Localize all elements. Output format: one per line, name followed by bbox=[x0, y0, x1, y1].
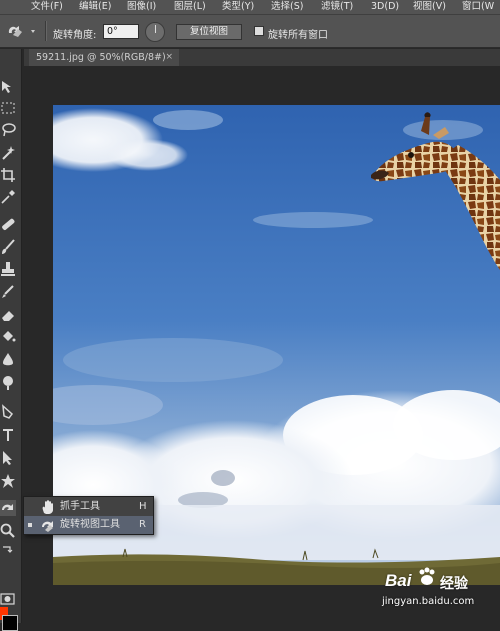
rotation-angle-label: 旋转角度: bbox=[53, 30, 97, 41]
custom-shape-icon bbox=[1, 474, 15, 488]
crop-tool[interactable] bbox=[0, 167, 16, 183]
magnifier-icon bbox=[0, 523, 15, 538]
watermark-url: jingyan.baidu.com bbox=[382, 596, 475, 607]
rotate-all-windows-label: 旋转所有窗口 bbox=[268, 30, 328, 41]
brush-icon bbox=[2, 239, 15, 254]
zoom-tool[interactable] bbox=[0, 523, 16, 539]
menu-bar: 文件(F) 编辑(E) 图像(I) 图层(L) 类型(Y) 选择(S) 滤镜(T… bbox=[0, 0, 500, 14]
bandage-icon bbox=[2, 218, 15, 230]
watermark-brand-suffix: 经验 bbox=[440, 576, 468, 592]
menu-type[interactable]: 类型(Y) bbox=[222, 0, 254, 14]
history-brush-icon bbox=[2, 285, 14, 298]
selected-bullet-icon bbox=[28, 523, 32, 527]
tool-flyout-menu: 抓手工具 H 旋转视图工具 R bbox=[23, 496, 154, 535]
healing-brush-tool[interactable] bbox=[0, 216, 16, 232]
options-bar: 旋转角度: 0° 复位视图 旋转所有窗口 bbox=[0, 14, 500, 48]
rotate-all-windows-checkbox[interactable] bbox=[254, 26, 264, 36]
flyout-hand-tool-label: 抓手工具 bbox=[60, 501, 100, 512]
marquee-icon bbox=[1, 102, 15, 114]
swap-colors-icon[interactable] bbox=[0, 544, 16, 560]
magic-wand-icon bbox=[2, 146, 15, 160]
history-brush-tool[interactable] bbox=[0, 284, 16, 300]
crop-icon bbox=[1, 168, 15, 182]
blur-tool[interactable] bbox=[0, 352, 16, 368]
move-icon bbox=[2, 81, 11, 93]
move-tool[interactable] bbox=[0, 79, 16, 95]
eraser-tool[interactable] bbox=[0, 307, 16, 323]
flyout-rotate-view-tool-shortcut: R bbox=[139, 519, 146, 530]
flyout-item-rotate-view-tool[interactable]: 旋转视图工具 R bbox=[24, 516, 153, 534]
clone-stamp-tool[interactable] bbox=[0, 261, 16, 277]
menu-layer[interactable]: 图层(L) bbox=[174, 0, 206, 14]
quick-select-tool[interactable] bbox=[0, 145, 16, 161]
chevron-down-icon bbox=[31, 30, 35, 33]
type-icon bbox=[3, 429, 13, 441]
document-tab-bar: 59211.jpg @ 50%(RGB/8#) × bbox=[24, 49, 500, 66]
shape-tool[interactable] bbox=[0, 473, 16, 489]
rotate-view-icon bbox=[2, 504, 13, 510]
tool-preset-picker[interactable] bbox=[4, 20, 38, 42]
dodge-icon bbox=[3, 376, 13, 390]
brush-tool[interactable] bbox=[0, 239, 16, 255]
pointer-icon bbox=[3, 451, 12, 465]
menu-image[interactable]: 图像(I) bbox=[127, 0, 156, 14]
menu-3d[interactable]: 3D(D) bbox=[371, 0, 399, 14]
marquee-tool[interactable] bbox=[0, 100, 16, 116]
watermark-brand-prefix: Bai bbox=[385, 571, 412, 590]
menu-window[interactable]: 窗口(W bbox=[462, 0, 494, 14]
rotate-view-tool[interactable] bbox=[0, 500, 16, 516]
quick-mask-icon[interactable] bbox=[0, 591, 16, 607]
paw-icon bbox=[416, 566, 438, 588]
paint-bucket-tool[interactable] bbox=[0, 329, 16, 345]
rotation-dial[interactable] bbox=[145, 22, 165, 42]
eyedropper-icon bbox=[1, 190, 15, 204]
flyout-hand-tool-shortcut: H bbox=[139, 501, 147, 512]
eraser-icon bbox=[2, 311, 14, 321]
flyout-item-hand-tool[interactable]: 抓手工具 H bbox=[24, 498, 153, 516]
rotate-view-icon bbox=[8, 26, 35, 37]
path-select-tool[interactable] bbox=[0, 450, 16, 466]
paint-bucket-icon bbox=[3, 331, 16, 342]
tools-panel bbox=[0, 49, 22, 631]
lasso-tool[interactable] bbox=[0, 122, 16, 138]
pen-icon bbox=[2, 404, 14, 419]
menu-filter[interactable]: 滤镜(T) bbox=[321, 0, 353, 14]
flyout-rotate-view-tool-label: 旋转视图工具 bbox=[60, 519, 120, 530]
lasso-icon bbox=[2, 123, 16, 137]
menu-view[interactable]: 视图(V) bbox=[413, 0, 446, 14]
pen-tool[interactable] bbox=[0, 404, 16, 420]
document-tab-title: 59211.jpg @ 50%(RGB/8#) bbox=[36, 52, 166, 63]
background-color-swatch[interactable] bbox=[2, 615, 18, 631]
dodge-tool[interactable] bbox=[0, 375, 16, 391]
rotation-angle-input[interactable]: 0° bbox=[103, 24, 139, 39]
stamp-icon bbox=[1, 262, 15, 276]
hand-icon bbox=[40, 499, 56, 515]
type-tool[interactable] bbox=[0, 427, 16, 443]
eyedropper-tool[interactable] bbox=[0, 189, 16, 205]
menu-file[interactable]: 文件(F) bbox=[31, 0, 63, 14]
rotate-view-icon bbox=[40, 517, 56, 533]
drop-icon bbox=[3, 353, 13, 366]
document-tab[interactable]: 59211.jpg @ 50%(RGB/8#) × bbox=[29, 49, 179, 66]
menu-select[interactable]: 选择(S) bbox=[271, 0, 303, 14]
options-divider bbox=[45, 21, 47, 41]
close-icon[interactable]: × bbox=[165, 49, 173, 66]
menu-edit[interactable]: 编辑(E) bbox=[79, 0, 111, 14]
reset-view-button[interactable]: 复位视图 bbox=[176, 24, 242, 40]
